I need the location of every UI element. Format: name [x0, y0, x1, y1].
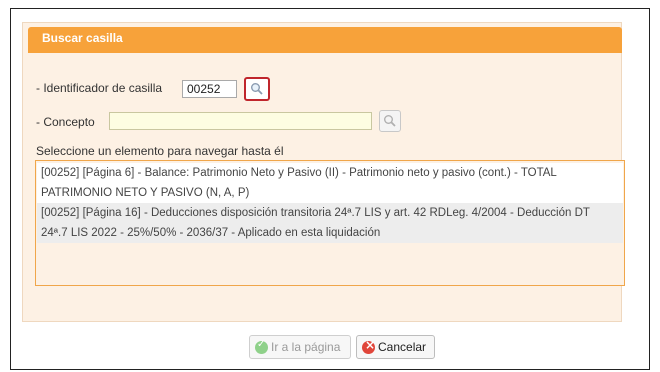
concept-field-label: - Concepto [36, 115, 95, 129]
id-field-input[interactable] [182, 80, 237, 98]
concept-field-input[interactable] [109, 112, 372, 130]
go-to-page-button[interactable]: Ir a la página [249, 335, 351, 359]
magnifier-icon [251, 83, 263, 95]
cancel-label: Cancelar [378, 340, 427, 354]
close-circle-icon [362, 338, 375, 354]
list-item[interactable]: [00252] [Página 16] - Deducciones dispos… [37, 203, 623, 243]
id-field-label: - Identificador de casilla [36, 81, 163, 95]
list-item[interactable]: [00252] [Página 6] - Balance: Patrimonio… [37, 163, 623, 203]
id-search-button[interactable] [244, 77, 270, 101]
cancel-button[interactable]: Cancelar [356, 335, 435, 359]
check-circle-icon [255, 339, 268, 354]
results-list: [00252] [Página 6] - Balance: Patrimonio… [35, 160, 625, 286]
panel-title: Buscar casilla [28, 27, 622, 53]
results-label: Seleccione un elemento para navegar hast… [36, 144, 284, 158]
go-to-page-label: Ir a la página [271, 340, 341, 354]
concept-search-button[interactable] [379, 110, 401, 132]
magnifier-icon [384, 115, 396, 127]
